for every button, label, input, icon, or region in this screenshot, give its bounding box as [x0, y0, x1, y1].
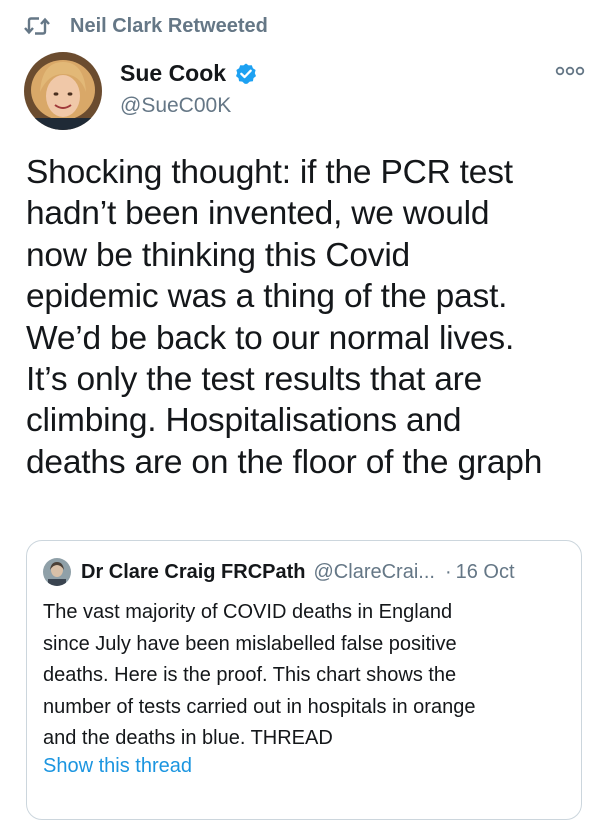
quoted-date[interactable]: 16 Oct: [456, 561, 515, 584]
more-options-icon[interactable]: [555, 64, 585, 78]
tweet-text-line: epidemic was a thing of the past.: [26, 278, 508, 316]
author-avatar[interactable]: [24, 52, 102, 130]
retweet-icon: [24, 17, 50, 35]
author-handle[interactable]: @SueC00K: [120, 94, 231, 118]
tweet-text-line: hadn’t been invented, we would: [26, 195, 490, 233]
quoted-tweet-text: The vast majority of COVID deaths in Eng…: [43, 597, 573, 755]
verified-badge-icon: [236, 63, 257, 84]
retweet-label[interactable]: Neil Clark Retweeted: [70, 15, 268, 38]
quoted-tweet-card[interactable]: Dr Clare Craig FRCPath @ClareCrai... · 1…: [26, 540, 582, 820]
quoted-separator: ·: [444, 560, 452, 583]
quoted-text-line: The vast majority of COVID deaths in Eng…: [43, 601, 453, 623]
show-thread-link[interactable]: Show this thread: [43, 755, 192, 778]
tweet-text-line: We’d be back to our normal lives.: [26, 319, 515, 357]
tweet-text-line: deaths are on the floor of the graph: [26, 443, 543, 481]
quoted-author-name[interactable]: Dr Clare Craig FRCPath: [81, 561, 306, 584]
quoted-text-line: since July have been mislabelled false p…: [43, 632, 457, 655]
quoted-text-line: deaths. Here is the proof. This chart sh…: [43, 664, 457, 687]
quoted-tweet-header: Dr Clare Craig FRCPath @ClareCrai... · 1…: [43, 557, 515, 587]
tweet-text-line: now be thinking this Covid: [26, 236, 410, 274]
author-name-text[interactable]: Sue Cook: [120, 60, 226, 87]
retweet-header: Neil Clark Retweeted: [24, 12, 268, 40]
tweet-text-line: climbing. Hospitalisations and: [26, 402, 462, 440]
quoted-text-line: number of tests carried out in hospitals…: [43, 695, 476, 718]
quoted-author-handle[interactable]: @ClareCrai...: [314, 561, 435, 584]
quoted-author-avatar[interactable]: [43, 558, 71, 586]
author-name[interactable]: Sue Cook: [120, 60, 258, 87]
quoted-text-line: and the deaths in blue. THREAD: [43, 727, 333, 750]
tweet-text-line: It’s only the test results that are: [26, 361, 483, 399]
tweet-text-line: Shocking thought: if the PCR test: [26, 154, 513, 191]
tweet-text: Shocking thought: if the PCR test hadn’t…: [26, 152, 596, 483]
